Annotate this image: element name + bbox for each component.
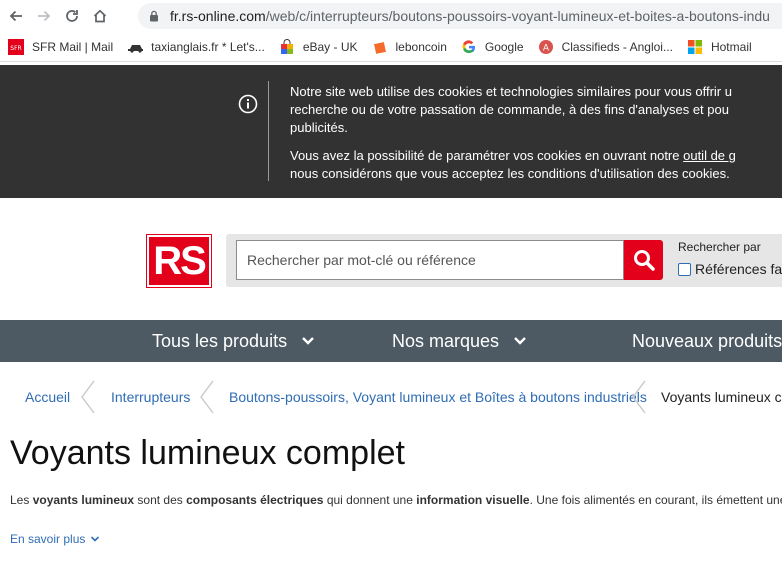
leboncoin-icon [372, 39, 388, 55]
chevron-down-icon [91, 536, 100, 542]
sfr-icon: SFR [8, 38, 24, 55]
intro-segment: sont des [134, 493, 187, 507]
home-icon [93, 9, 107, 23]
intro-keyword: information visuelle [416, 493, 530, 507]
references-checkbox[interactable]: Références fa [678, 261, 782, 277]
search-by-label: Rechercher par [678, 240, 761, 254]
bookmark-ebay[interactable]: eBay - UK [279, 38, 358, 55]
breadcrumb-interrupteurs[interactable]: Interrupteurs [111, 389, 190, 405]
bookmark-leboncoin[interactable]: leboncoin [372, 39, 447, 55]
nav-all-products[interactable]: Tous les produits [152, 320, 315, 362]
google-icon [461, 39, 477, 55]
browser-toolbar: fr.rs-online.com/web/c/interrupteurs/bou… [0, 0, 782, 32]
svg-text:A: A [542, 43, 549, 53]
breadcrumb-separator-icon [81, 380, 95, 414]
nav-our-brands[interactable]: Nos marques [392, 320, 527, 362]
logo-text: RS [153, 239, 207, 283]
nav-label: Nos marques [392, 330, 500, 351]
intro-text: Les voyants lumineux sont des composants… [10, 493, 782, 507]
bookmark-label: taxianglais.fr * Let's... [151, 39, 265, 54]
cookie-text-settings: Vous avez la possibilité de paramétrer v… [290, 147, 782, 183]
url-path: /web/c/interrupteurs/boutons-poussoirs-v… [265, 8, 770, 24]
breadcrumb-boutons-poussoirs[interactable]: Boutons-poussoirs, Voyant lumineux et Bo… [229, 389, 647, 405]
cookie-line: Notre site web utilise des cookies et te… [290, 84, 732, 99]
chevron-down-icon [302, 337, 314, 345]
intro-keyword: composants électriques [186, 493, 324, 507]
breadcrumb-current: Voyants lumineux co [661, 389, 782, 405]
nav-label: Nouveaux produits [632, 330, 782, 351]
search-icon [633, 250, 655, 271]
intro-segment: Les [10, 493, 33, 507]
bookmark-classifieds[interactable]: A Classifieds - Angloi... [538, 39, 673, 55]
breadcrumb-home[interactable]: Accueil [25, 389, 70, 405]
cookie-settings-link[interactable]: outil de g [683, 148, 736, 163]
search-button[interactable] [624, 240, 663, 280]
reload-button[interactable] [58, 2, 86, 30]
bookmarks-bar: SFR SFR Mail | Mail taxianglais.fr * Let… [0, 32, 782, 62]
banner-divider [268, 81, 269, 181]
chevron-down-icon [514, 337, 526, 345]
home-button[interactable] [86, 2, 114, 30]
cookie-line: publicités. [290, 120, 348, 135]
classifieds-icon: A [538, 39, 554, 55]
rs-logo[interactable]: RS [146, 234, 212, 288]
bookmark-label: Classifieds - Angloi... [561, 39, 673, 54]
intro-segment: qui donnent une [323, 493, 417, 507]
address-bar[interactable]: fr.rs-online.com/web/c/interrupteurs/bou… [138, 3, 782, 29]
intro-segment: . Une fois alimentés en courant, ils éme… [529, 493, 782, 507]
nav-new-products[interactable]: Nouveaux produits [632, 320, 782, 362]
checkbox-box[interactable] [678, 262, 691, 276]
bookmark-label: Hotmail [710, 39, 752, 54]
microsoft-icon [687, 39, 703, 55]
cookie-line: recherche ou de votre passation de comma… [290, 102, 729, 117]
cookie-banner: Notre site web utilise des cookies et te… [0, 65, 782, 198]
bookmark-taxianglais[interactable]: taxianglais.fr * Let's... [127, 39, 265, 55]
shopping-bag-icon [279, 38, 295, 55]
forward-button[interactable] [30, 2, 58, 30]
breadcrumb-separator-icon [200, 380, 214, 414]
url-host: fr.rs-online.com [170, 8, 266, 24]
nav-label: Tous les produits [152, 330, 288, 351]
breadcrumb-separator-icon [632, 380, 646, 414]
references-label: Références fa [695, 261, 782, 277]
cookie-line: nous considérons que vous acceptez les c… [290, 166, 730, 181]
svg-text:SFR: SFR [10, 45, 21, 52]
main-nav: Tous les produits Nos marques Nouveaux p… [0, 320, 782, 362]
read-more-link[interactable]: En savoir plus [10, 532, 100, 546]
intro-keyword: voyants lumineux [32, 493, 135, 507]
breadcrumb: Accueil Interrupteurs Boutons-poussoirs,… [0, 380, 782, 414]
reload-icon [66, 10, 78, 22]
back-button[interactable] [2, 2, 30, 30]
bookmark-label: SFR Mail | Mail [32, 39, 114, 54]
search-input[interactable] [236, 240, 624, 280]
bookmark-label: Google [484, 39, 524, 54]
info-icon [238, 94, 258, 114]
bookmark-sfr[interactable]: SFR SFR Mail | Mail [8, 38, 114, 55]
bookmark-label: eBay - UK [302, 39, 358, 54]
lock-icon [150, 10, 158, 22]
page-title: Voyants lumineux complet [10, 434, 405, 472]
cookie-line: Vous avez la possibilité de paramétrer v… [290, 148, 684, 163]
cookie-text-intro: Notre site web utilise des cookies et te… [290, 83, 782, 137]
bookmark-google[interactable]: Google [461, 39, 524, 55]
bookmark-hotmail[interactable]: Hotmail [687, 39, 752, 55]
arrow-left-icon [9, 10, 22, 22]
read-more-label: En savoir plus [10, 532, 86, 546]
car-icon [127, 39, 144, 55]
arrow-right-icon [38, 10, 51, 22]
bookmark-label: leboncoin [395, 39, 447, 54]
